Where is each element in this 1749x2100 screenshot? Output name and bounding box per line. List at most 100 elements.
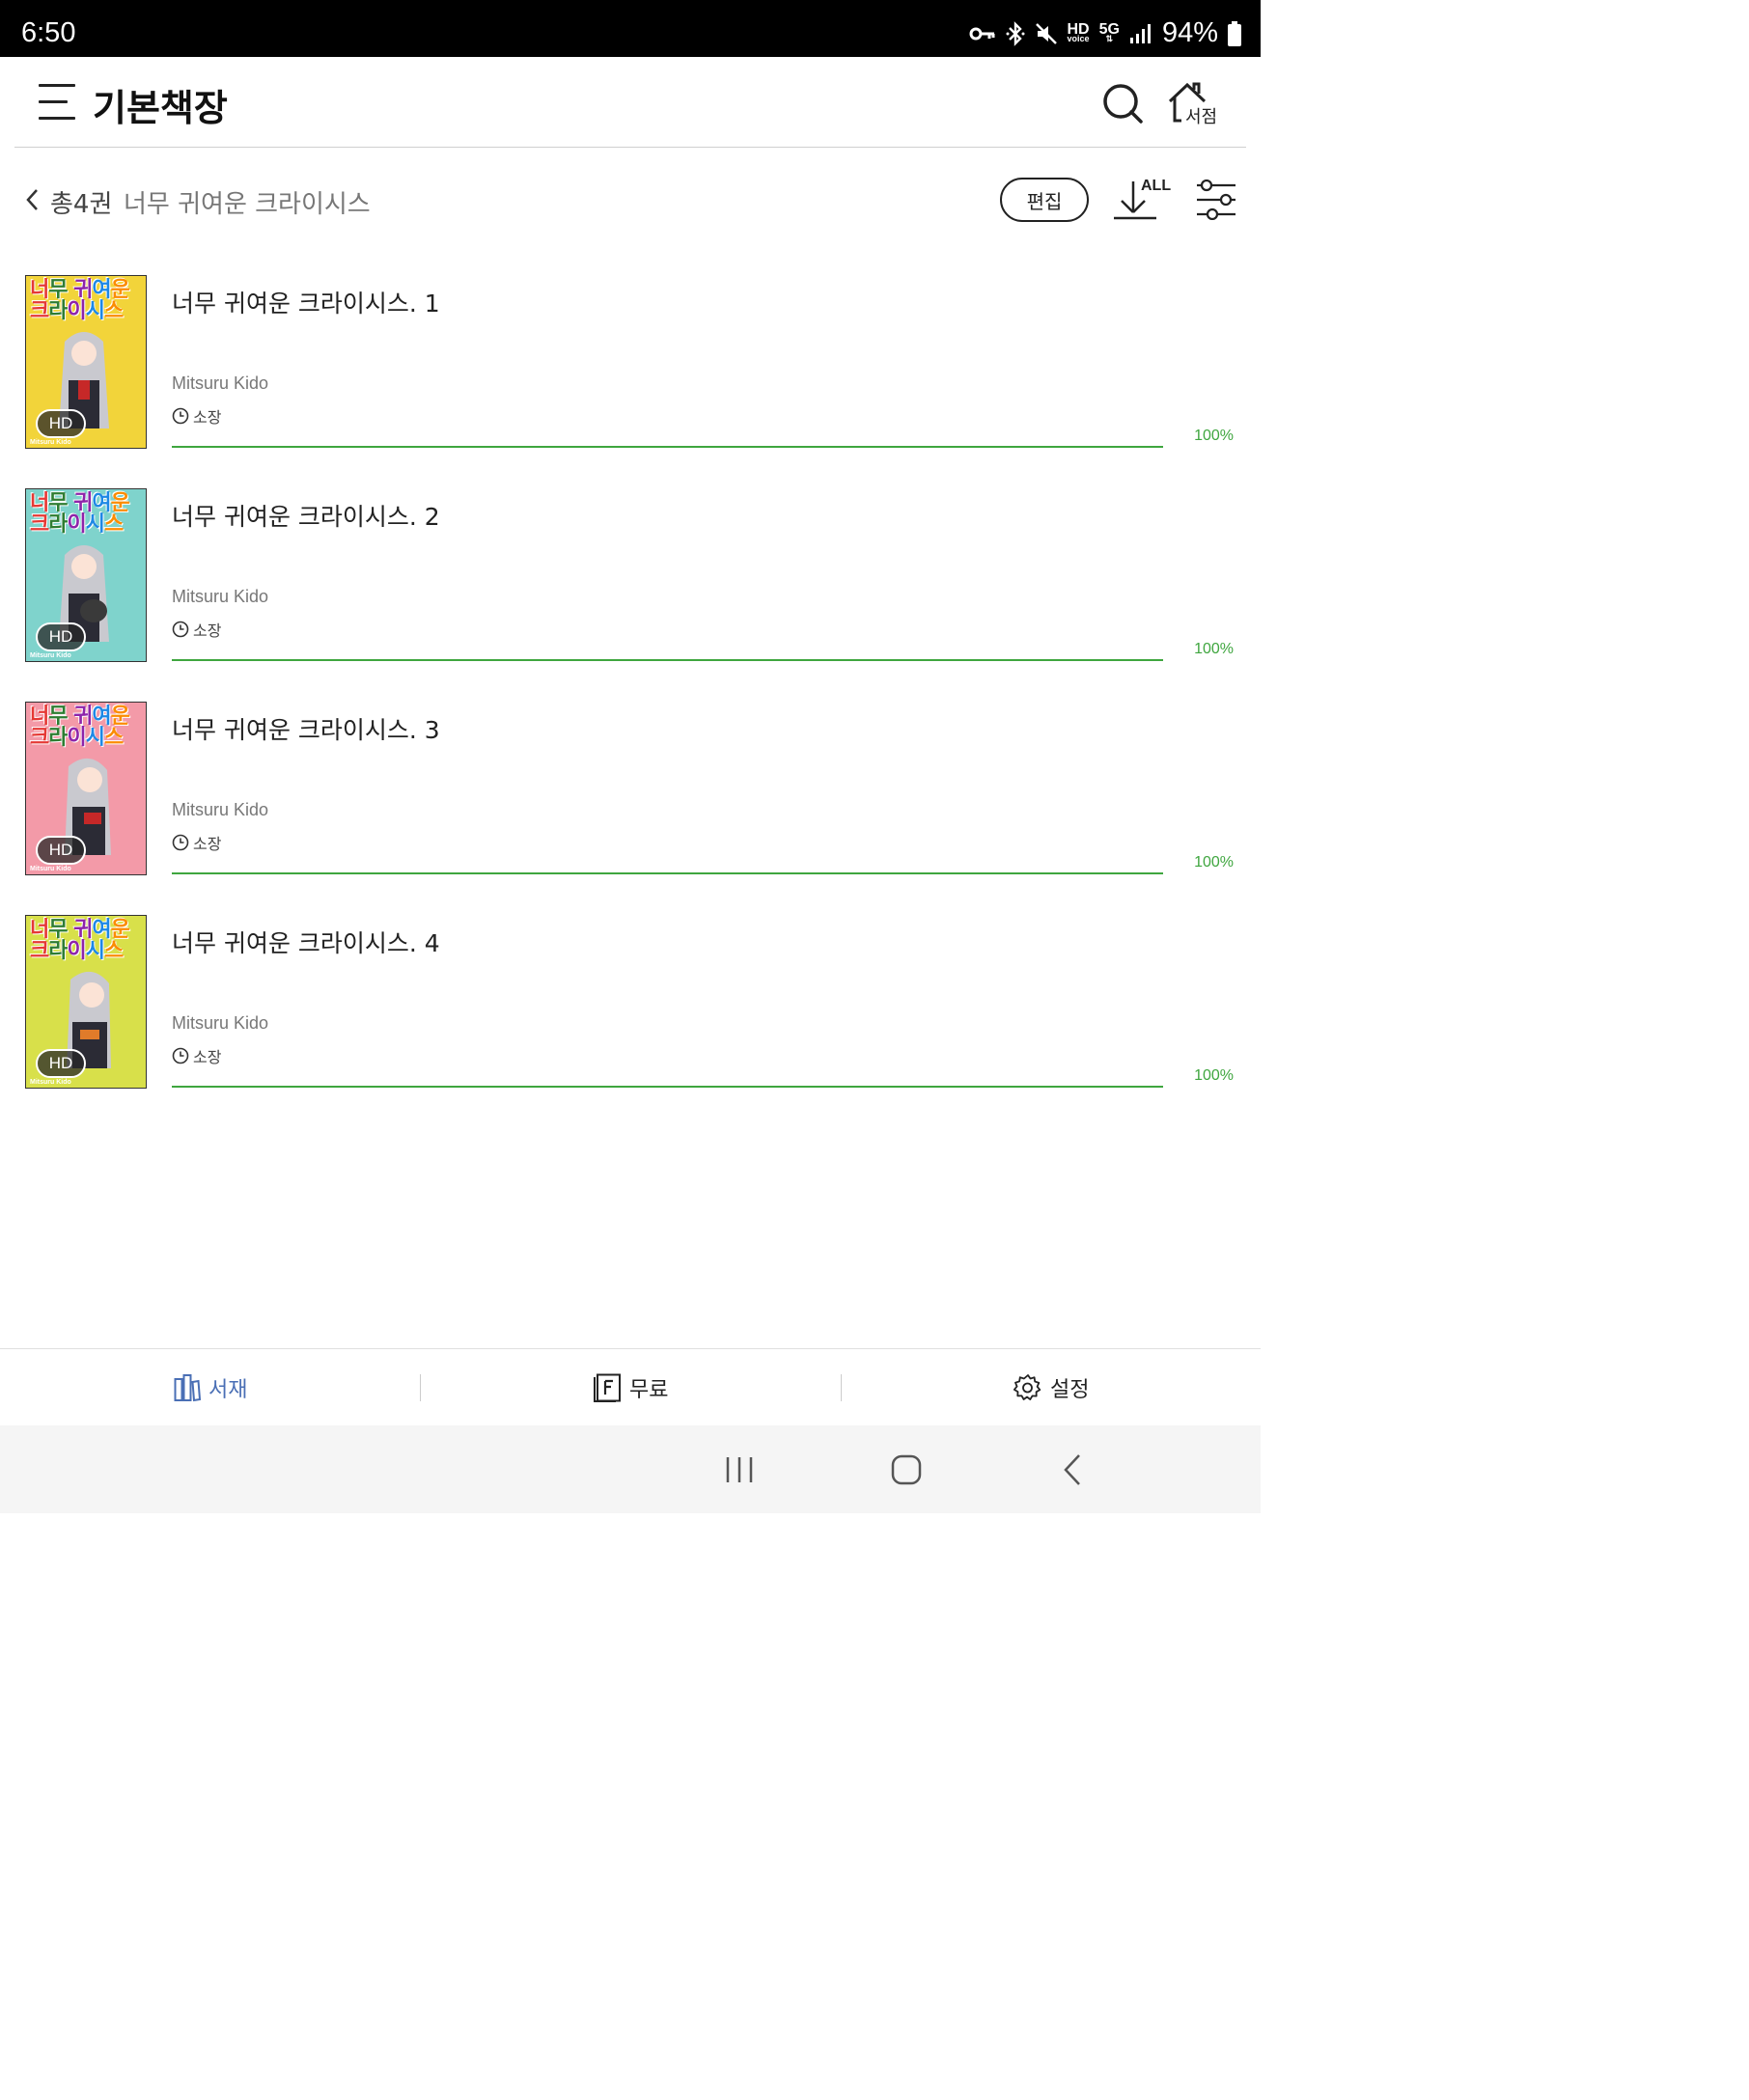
recent-apps-button[interactable]	[720, 1451, 759, 1489]
network-5g-icon: 5G ⇅	[1098, 20, 1120, 44]
book-title: 너무 귀여운 크라이시스. 1	[172, 290, 440, 318]
reading-progress-percent: 100%	[1194, 854, 1234, 870]
cover-title: 너무 귀여운 크라이시스	[30, 918, 130, 963]
nav-divider	[841, 1374, 842, 1401]
book-author: Mitsuru Kido	[172, 800, 269, 819]
home-icon	[891, 1454, 922, 1485]
book-author: Mitsuru Kido	[172, 587, 269, 606]
book-item[interactable]: 너무 귀여운 크라이시스 HD Mitsuru Kido 너무 귀여운 크라이시…	[0, 275, 1261, 488]
book-title: 너무 귀여운 크라이시스. 4	[172, 929, 440, 957]
book-title: 너무 귀여운 크라이시스. 3	[172, 716, 440, 744]
reading-progress-bar	[172, 446, 1163, 448]
book-title: 너무 귀여운 크라이시스. 2	[172, 503, 440, 531]
battery-icon	[1228, 20, 1241, 46]
book-cover: 너무 귀여운 크라이시스 HD Mitsuru Kido	[25, 488, 147, 662]
ownership-label: 소장	[193, 835, 222, 853]
series-toolbar: 총4권 너무 귀여운 크라이시스 편집 ALL	[0, 154, 1261, 245]
bottom-navigation: 서재 무료 설정	[0, 1348, 1261, 1425]
cover-author: Mitsuru Kido	[30, 866, 71, 872]
nav-library[interactable]: 서재	[174, 1349, 247, 1426]
series-count: 총4권	[50, 190, 113, 219]
clock-icon	[172, 407, 189, 425]
progress-fill	[172, 446, 1163, 448]
recent-apps-icon	[726, 1457, 753, 1482]
search-icon	[1103, 84, 1143, 124]
mute-icon	[1035, 22, 1057, 44]
download-all-label: ALL	[1141, 178, 1172, 194]
back-arrow-icon	[1064, 1454, 1080, 1485]
status-icons: HD voice 5G ⇅ 94%	[969, 17, 1241, 49]
reading-progress-bar	[172, 659, 1163, 661]
reading-progress-bar	[172, 872, 1163, 874]
sliders-icon	[1197, 179, 1235, 221]
app-header: 기본책장 서점	[0, 57, 1261, 148]
ownership-label: 소장	[193, 1048, 222, 1066]
hd-badge: HD	[36, 836, 86, 865]
reading-progress-percent: 100%	[1194, 428, 1234, 444]
filter-button[interactable]	[1195, 179, 1237, 221]
back-nav-button[interactable]	[1054, 1451, 1093, 1489]
clock-icon	[172, 1047, 189, 1064]
bookshelf-icon	[174, 1374, 201, 1402]
nav-free-label: 무료	[629, 1378, 669, 1402]
bluetooth-icon	[1006, 20, 1024, 46]
menu-button[interactable]	[39, 83, 77, 122]
system-navigation-bar	[0, 1425, 1261, 1513]
signal-icon	[1129, 23, 1151, 43]
home-button[interactable]	[887, 1451, 926, 1489]
nav-divider	[420, 1374, 421, 1401]
clock-icon	[172, 834, 189, 851]
back-button[interactable]	[23, 187, 42, 212]
header-divider	[14, 147, 1246, 148]
book-cover: 너무 귀여운 크라이시스 HD Mitsuru Kido	[25, 275, 147, 449]
series-title: 너무 귀여운 크라이시스	[124, 190, 371, 219]
ownership-status: 소장	[172, 1044, 221, 1067]
nav-settings-label: 설정	[1050, 1378, 1090, 1402]
cover-author: Mitsuru Kido	[30, 1079, 71, 1086]
status-time: 6:50	[21, 17, 76, 48]
hd-badge: HD	[36, 1049, 86, 1078]
progress-fill	[172, 659, 1163, 661]
clock-icon	[172, 621, 189, 638]
reading-progress-percent: 100%	[1194, 1067, 1234, 1084]
free-book-icon	[594, 1373, 621, 1402]
search-button[interactable]	[1101, 82, 1144, 124]
book-item[interactable]: 너무 귀여운 크라이시스 HD Mitsuru Kido 너무 귀여운 크라이시…	[0, 488, 1261, 702]
cover-title: 너무 귀여운 크라이시스	[30, 491, 130, 537]
book-author: Mitsuru Kido	[172, 373, 269, 393]
book-author: Mitsuru Kido	[172, 1013, 269, 1033]
ownership-label: 소장	[193, 622, 222, 640]
nav-settings[interactable]: 설정	[1013, 1349, 1089, 1426]
nav-library-label: 서재	[208, 1378, 248, 1402]
ownership-status: 소장	[172, 404, 221, 428]
battery-level: 94%	[1161, 17, 1218, 48]
book-item[interactable]: 너무 귀여운 크라이시스 HD Mitsuru Kido 너무 귀여운 크라이시…	[0, 915, 1261, 1128]
hd-badge: HD	[36, 409, 86, 438]
vpn-key-icon	[969, 27, 994, 40]
hd-voice-icon: HD voice	[1067, 20, 1090, 44]
menu-icon	[39, 84, 75, 87]
book-item[interactable]: 너무 귀여운 크라이시스 HD Mitsuru Kido 너무 귀여운 크라이시…	[0, 702, 1261, 915]
reading-progress-percent: 100%	[1194, 641, 1234, 657]
nav-free[interactable]: 무료	[593, 1349, 668, 1426]
progress-fill	[172, 1086, 1163, 1088]
gear-icon	[1013, 1374, 1041, 1400]
store-label: 서점	[1185, 107, 1218, 127]
cover-author: Mitsuru Kido	[30, 439, 71, 446]
book-cover: 너무 귀여운 크라이시스 HD Mitsuru Kido	[25, 915, 147, 1089]
store-button[interactable]: 서점	[1168, 80, 1222, 127]
status-bar: 6:50 HD voice 5G ⇅ 94%	[0, 0, 1261, 57]
cover-author: Mitsuru Kido	[30, 652, 71, 659]
progress-fill	[172, 872, 1163, 874]
ownership-status: 소장	[172, 831, 221, 854]
hd-badge: HD	[36, 622, 86, 651]
page-title: 기본책장	[93, 87, 228, 129]
ownership-label: 소장	[193, 408, 222, 427]
book-cover: 너무 귀여운 크라이시스 HD Mitsuru Kido	[25, 702, 147, 875]
reading-progress-bar	[172, 1086, 1163, 1088]
cover-title: 너무 귀여운 크라이시스	[30, 705, 130, 750]
chevron-left-icon	[26, 189, 38, 210]
edit-button[interactable]: 편집	[1000, 178, 1089, 222]
download-all-button[interactable]: ALL	[1110, 176, 1172, 222]
ownership-status: 소장	[172, 618, 221, 641]
